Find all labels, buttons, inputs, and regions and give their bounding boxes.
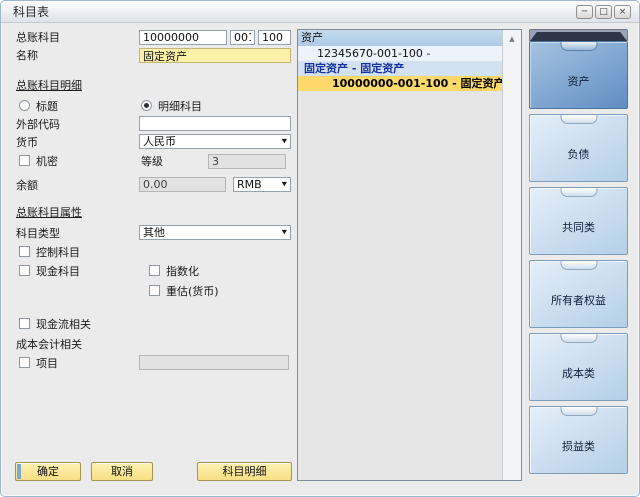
window-controls: ─ □ × bbox=[576, 5, 639, 19]
currency-label: 货币 bbox=[16, 136, 38, 149]
cash-account-checkbox[interactable] bbox=[19, 265, 30, 276]
external-code-label: 外部代码 bbox=[16, 118, 60, 131]
drawer-cost[interactable]: 成本类 bbox=[529, 333, 628, 401]
close-icon[interactable]: × bbox=[614, 5, 631, 19]
balance-currency-value: RMB bbox=[237, 178, 262, 191]
active-account-radio[interactable] bbox=[141, 100, 152, 111]
confidential-checkbox[interactable] bbox=[19, 155, 30, 166]
accounts-tree-panel: 资产 12345670-001-100 - 固定资产 - 固定资产 100000… bbox=[297, 29, 522, 481]
drawer-label: 损益类 bbox=[530, 438, 627, 454]
drawer-handle-icon bbox=[560, 407, 597, 416]
drawer-label: 负债 bbox=[530, 146, 627, 162]
tree-row[interactable]: 固定资产 - 固定资产 bbox=[298, 61, 502, 76]
drawer-label: 成本类 bbox=[530, 365, 627, 381]
balance-currency-select[interactable]: RMB ▼ bbox=[233, 177, 291, 192]
maximize-icon[interactable]: □ bbox=[595, 5, 612, 19]
project-field bbox=[139, 355, 289, 370]
tree-header-assets[interactable]: 资产 bbox=[298, 30, 502, 46]
minimize-icon[interactable]: ─ bbox=[576, 5, 593, 19]
project-label[interactable]: 项目 bbox=[36, 357, 58, 370]
external-code-input[interactable] bbox=[139, 116, 291, 131]
tree-row[interactable]: 12345670-001-100 - bbox=[298, 46, 502, 61]
account-type-value: 其他 bbox=[143, 226, 165, 239]
drawer-label: 资产 bbox=[530, 73, 627, 89]
tree-scrollbar[interactable]: ▲ bbox=[502, 30, 521, 480]
confidential-label[interactable]: 机密 bbox=[36, 155, 58, 168]
drawer-equity[interactable]: 所有者权益 bbox=[529, 260, 628, 328]
dropdown-arrow-icon: ▼ bbox=[282, 179, 287, 189]
active-account-radio-label[interactable]: 明细科目 bbox=[158, 100, 202, 113]
account-category-cabinet: 资产 负债 共同类 所有者权益 成本类 损益类 bbox=[529, 29, 628, 479]
ok-button[interactable]: 确定 bbox=[15, 462, 81, 481]
dropdown-arrow-icon: ▼ bbox=[282, 136, 287, 146]
drawer-profit-loss[interactable]: 损益类 bbox=[529, 406, 628, 474]
drawer-handle-icon bbox=[560, 42, 597, 51]
details-section-title: 总账科目明细 bbox=[16, 79, 82, 92]
account-type-select[interactable]: 其他 ▼ bbox=[139, 225, 291, 240]
gl-account-segment1-input[interactable] bbox=[230, 30, 255, 45]
project-checkbox[interactable] bbox=[19, 357, 30, 368]
properties-section-title: 总账科目属性 bbox=[16, 206, 82, 219]
gl-account-code-input[interactable] bbox=[139, 30, 227, 45]
account-type-label: 科目类型 bbox=[16, 227, 60, 240]
balance-field: 0.00 bbox=[139, 177, 226, 192]
title-radio[interactable] bbox=[19, 100, 30, 111]
title-radio-label[interactable]: 标题 bbox=[36, 100, 58, 113]
title-bar: 科目表 ─ □ × bbox=[1, 1, 639, 23]
accounts-tree: 资产 12345670-001-100 - 固定资产 - 固定资产 100000… bbox=[298, 30, 502, 480]
indexed-checkbox[interactable] bbox=[149, 265, 160, 276]
scroll-up-icon[interactable]: ▲ bbox=[503, 30, 521, 43]
gl-account-label: 总账科目 bbox=[16, 31, 60, 44]
drawer-label: 共同类 bbox=[530, 219, 627, 235]
cost-accounting-label: 成本会计相关 bbox=[16, 338, 82, 351]
account-details-button[interactable]: 科目明细 bbox=[197, 462, 292, 481]
cancel-button[interactable]: 取消 bbox=[91, 462, 153, 481]
drawer-label: 所有者权益 bbox=[530, 292, 627, 308]
name-label: 名称 bbox=[16, 49, 38, 62]
cash-flow-label[interactable]: 现金流相关 bbox=[36, 318, 91, 331]
cash-flow-checkbox[interactable] bbox=[19, 318, 30, 329]
cash-account-label[interactable]: 现金科目 bbox=[36, 265, 80, 278]
chart-of-accounts-window: 科目表 ─ □ × 总账科目 名称 总账科目明细 标题 明细科目 外部代码 货币… bbox=[0, 0, 640, 497]
level-label: 等级 bbox=[141, 155, 163, 168]
cabinet-top bbox=[529, 29, 628, 41]
tree-row-selected[interactable]: 10000000-001-100 - 固定资产 bbox=[298, 76, 502, 91]
control-account-label[interactable]: 控制科目 bbox=[36, 246, 80, 259]
drawer-handle-icon bbox=[560, 188, 597, 197]
level-field: 3 bbox=[208, 154, 286, 169]
control-account-checkbox[interactable] bbox=[19, 246, 30, 257]
indexed-label[interactable]: 指数化 bbox=[166, 265, 199, 278]
currency-value: 人民币 bbox=[143, 135, 176, 148]
name-input[interactable] bbox=[139, 48, 291, 63]
drawer-liabilities[interactable]: 负债 bbox=[529, 114, 628, 182]
currency-select[interactable]: 人民币 ▼ bbox=[139, 134, 291, 149]
dropdown-arrow-icon: ▼ bbox=[282, 227, 287, 237]
gl-account-segment2-input[interactable] bbox=[258, 30, 291, 45]
drawer-common[interactable]: 共同类 bbox=[529, 187, 628, 255]
drawer-handle-icon bbox=[560, 115, 597, 124]
revaluation-label[interactable]: 重估(货币) bbox=[166, 285, 219, 298]
revaluation-checkbox[interactable] bbox=[149, 285, 160, 296]
balance-label: 余额 bbox=[16, 179, 38, 192]
drawer-handle-icon bbox=[560, 334, 597, 343]
drawer-handle-icon bbox=[560, 261, 597, 270]
drawer-assets[interactable]: 资产 bbox=[529, 41, 628, 109]
window-title: 科目表 bbox=[1, 3, 49, 20]
